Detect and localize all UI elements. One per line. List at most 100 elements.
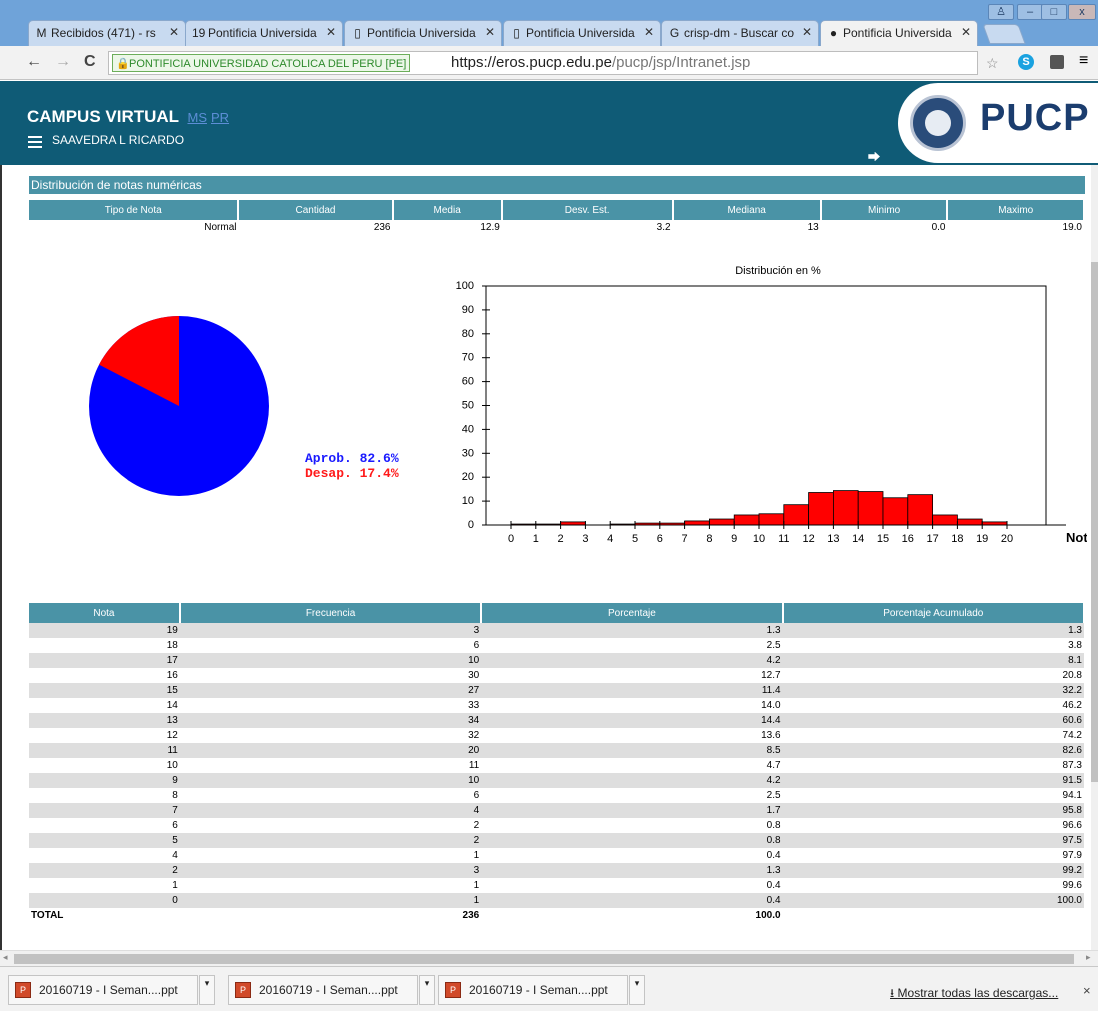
- skype-extension-icon[interactable]: S: [1018, 54, 1034, 70]
- user-profile-icon[interactable]: ♙: [988, 4, 1014, 20]
- table-cell: 32.2: [782, 683, 1084, 698]
- scroll-right-icon[interactable]: ▸: [1086, 952, 1091, 963]
- close-window-button[interactable]: x: [1068, 4, 1096, 20]
- stats-cell: 236: [373, 221, 391, 233]
- browser-tab[interactable]: Gcrisp-dm - Buscar co ✕: [661, 20, 819, 46]
- page-icon: ▯: [513, 26, 520, 40]
- download-bar: P 20160719 - I Seman....ppt ▾ P 20160719 - I…: [0, 966, 1098, 1011]
- lock-icon: 🔒: [116, 58, 130, 70]
- pr-link[interactable]: PR: [211, 110, 229, 125]
- download-item[interactable]: P 20160719 - I Seman....ppt ▾: [8, 975, 215, 1005]
- url-host: https://eros.pucp.edu.pe: [451, 54, 612, 71]
- download-options-caret-icon[interactable]: ▾: [419, 975, 435, 1005]
- maximize-button[interactable]: □: [1041, 4, 1067, 20]
- back-arrow-icon[interactable]: ←: [26, 53, 42, 71]
- browser-tab[interactable]: ▯ Pontificia Universida ✕: [503, 20, 661, 46]
- download-item[interactable]: P 20160719 - I Seman....ppt ▾: [228, 975, 435, 1005]
- stats-column-header: Mediana: [672, 200, 822, 220]
- histogram-bar: [832, 490, 859, 526]
- browser-tab[interactable]: 19 Pontificia Universida ✕: [185, 20, 343, 46]
- scroll-left-icon[interactable]: ◂: [3, 952, 8, 963]
- table-cell: 1: [473, 850, 480, 861]
- table-cell: 11: [29, 743, 180, 758]
- horizontal-scrollbar[interactable]: ◂ ▸: [0, 950, 1098, 967]
- horizontal-scrollbar-thumb[interactable]: [14, 954, 1074, 964]
- show-all-downloads-link[interactable]: ⭳ Mostrar todas las descargas...: [890, 984, 1058, 1005]
- close-tab-icon[interactable]: ✕: [644, 25, 654, 39]
- close-tab-icon[interactable]: ✕: [169, 25, 179, 39]
- table-cell: 91.5: [782, 773, 1084, 788]
- table-row: 10 11 4.7 87.3: [29, 758, 1084, 773]
- table-cell: 8.1: [782, 653, 1084, 668]
- y-tick-label: 90: [462, 304, 474, 316]
- close-download-bar-icon[interactable]: ×: [1083, 983, 1091, 998]
- download-item-label: 20160719 - I Seman....ppt: [259, 983, 398, 997]
- table-cell: 20: [179, 743, 482, 758]
- y-tick-label: 80: [462, 328, 474, 340]
- table-cell: 96.6: [1062, 820, 1082, 831]
- section-title: Distribución de notas numéricas: [29, 176, 1085, 194]
- browser-tab[interactable]: ● Pontificia Universida ✕: [820, 20, 978, 46]
- close-tab-icon[interactable]: ✕: [802, 25, 812, 39]
- download-options-caret-icon[interactable]: ▾: [199, 975, 215, 1005]
- close-tab-icon[interactable]: ✕: [326, 25, 336, 39]
- download-item[interactable]: P 20160719 - I Seman....ppt ▾: [438, 975, 645, 1005]
- user-name: SAAVEDRA L RICARDO: [52, 133, 185, 147]
- x-axis-label: Notas: [1066, 530, 1087, 545]
- ms-link[interactable]: MS: [187, 110, 207, 125]
- browser-tab-label: Pontificia Universida: [208, 26, 317, 40]
- table-cell: 6: [473, 640, 480, 651]
- table-cell: 13.6: [761, 730, 781, 741]
- browser-tab[interactable]: ▯ Pontificia Universida ✕: [344, 20, 502, 46]
- frequency-table: Nota Frecuencia Porcentaje Porcentaje Acumu…: [29, 603, 1086, 923]
- table-cell: 11.4: [481, 683, 783, 698]
- logout-icon[interactable]: ⮕: [868, 148, 880, 165]
- table-cell: 14: [166, 700, 178, 711]
- page-icon: ▯: [354, 26, 361, 40]
- table-cell: 1: [172, 880, 178, 891]
- stats-table: Tipo de Nota Cantidad Media Desv. Est. Media…: [29, 200, 1085, 234]
- total-empty: [782, 908, 1084, 923]
- total-row: TOTAL 236 100.0: [29, 908, 1084, 923]
- minimize-button[interactable]: –: [1017, 4, 1043, 20]
- table-cell: 6: [172, 820, 178, 831]
- reload-icon[interactable]: C: [84, 53, 96, 71]
- table-cell: 0.8: [766, 820, 781, 831]
- table-cell: 1.3: [481, 623, 783, 638]
- close-tab-icon[interactable]: ✕: [485, 25, 495, 39]
- address-bar[interactable]: 🔒 PONTIFICIA UNIVERSIDAD CATOLICA DEL PE…: [108, 51, 978, 75]
- url-text[interactable]: https://eros.pucp.edu.pe/pucp/jsp/Intran…: [451, 54, 750, 71]
- table-cell: 1: [179, 893, 482, 908]
- bookmark-star-icon[interactable]: ☆: [986, 55, 999, 72]
- download-options-caret-icon[interactable]: ▾: [629, 975, 645, 1005]
- hamburger-menu-icon[interactable]: [28, 136, 42, 148]
- table-cell: 60.6: [782, 713, 1084, 728]
- close-tab-icon[interactable]: ✕: [961, 25, 971, 39]
- table-cell: 10: [179, 773, 482, 788]
- download-item-label: 20160719 - I Seman....ppt: [39, 983, 178, 997]
- show-all-downloads-label: Mostrar todas las descargas...: [897, 986, 1059, 1000]
- table-cell: 1.3: [481, 863, 783, 878]
- extension-icon[interactable]: [1050, 55, 1064, 69]
- table-row: 15 27 11.4 32.2: [29, 683, 1084, 698]
- new-tab-button[interactable]: [982, 24, 1026, 44]
- table-cell: 97.5: [782, 833, 1084, 848]
- table-cell: 32: [468, 730, 480, 741]
- table-row: 9 10 4.2 91.5: [29, 773, 1084, 788]
- y-tick-label: 60: [462, 376, 474, 388]
- table-cell: 20.8: [1062, 670, 1082, 681]
- pucp-logo: PUCP: [898, 83, 1098, 163]
- table-cell: 4: [179, 803, 482, 818]
- menu-icon[interactable]: ≡: [1079, 52, 1088, 70]
- forward-arrow-icon[interactable]: →: [55, 53, 71, 71]
- table-cell: 12: [166, 730, 178, 741]
- table-row: 1 1 0.4 99.6: [29, 878, 1084, 893]
- table-cell: 33: [468, 700, 480, 711]
- vertical-scrollbar-thumb[interactable]: [1091, 262, 1098, 782]
- y-tick-label: 10: [462, 495, 474, 507]
- table-cell: 99.6: [1062, 880, 1082, 891]
- table-cell: 14.0: [761, 700, 781, 711]
- security-badge[interactable]: 🔒 PONTIFICIA UNIVERSIDAD CATOLICA DEL PE…: [112, 54, 411, 72]
- browser-tab[interactable]: M Recibidos (471) - rs ✕: [28, 20, 186, 46]
- security-badge-label: PONTIFICIA UNIVERSIDAD CATOLICA DEL PERU…: [129, 58, 407, 70]
